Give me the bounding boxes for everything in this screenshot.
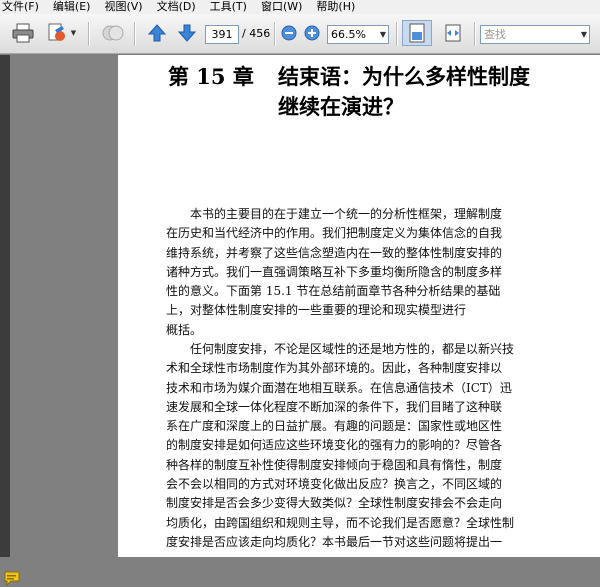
text-line: 维持系统，并考察了这些信念塑造内在一致的整体性制度安排的 [166,245,503,260]
edit-tools-button[interactable]: ▼ [44,20,78,46]
zoom-in-button[interactable] [303,20,321,46]
zoom-out-icon [281,25,297,41]
menu-file[interactable]: 文件(F) [2,0,39,14]
document-page[interactable]: 第 15 章 结束语：为什么多样性制度 继续在演进？ 本书的主要目的在于建立一个… [118,55,600,557]
text-line: 诸种方式。我们一直强调策略互补下多重均衡所隐含的制度多样 [166,264,503,279]
search-placeholder: 查找 [484,28,506,41]
menu-window[interactable]: 窗口(W) [261,0,302,14]
zoom-out-button[interactable] [280,20,298,46]
menu-tools[interactable]: 工具(T) [210,0,247,14]
fit-page-button[interactable] [402,20,432,46]
menu-help[interactable]: 帮助(H) [316,0,355,14]
text-line: 本书的主要目的在于建立一个统一的分析性框架，理解制度 [190,207,503,221]
text-line: 技术和市场为媒介面潜在地相互联系。在信息通信技术（ICT）迅 [166,380,512,395]
toolbar-separator [474,22,476,46]
arrow-up-icon [147,24,167,42]
toolbar-separator [134,22,136,46]
text-line: 会不会以相同的方式对环境变化做出反应？换言之，不同区域的 [166,477,503,492]
page-number-input[interactable]: 391 [205,25,239,44]
navigation-sidebar[interactable] [0,55,20,587]
text-line: 制度安排是否会多少变得大致类似？全球性制度安排会不会走向 [166,496,503,511]
toolbar-separator [396,22,398,46]
collaborate-button[interactable] [100,20,126,46]
menu-document[interactable]: 文档(D) [157,0,196,14]
menu-bar: 文件(F) 编辑(E) 视图(V) 文档(D) 工具(T) 窗口(W) 帮助(H… [0,0,600,14]
text-line: 术和全球性市场制度作为其外部环境的。因此，各种制度安排以 [166,361,503,376]
document-edit-icon [48,23,65,41]
previous-page-button[interactable] [144,20,170,46]
printer-icon [12,23,34,43]
fit-width-icon [445,24,461,42]
chapter-title-line-2: 继续在演进？ [278,94,404,119]
text-line: 的制度安排是如何适应这些环境变化的强有力的影响的？尽管各 [166,438,503,453]
chapter-title-line-1: 结束语：为什么多样性制度 [278,64,530,89]
fit-width-button[interactable] [438,20,468,46]
text-line: 上，对整体性制度安排的一些重要的理论和现实模型进行 [166,303,467,318]
chapter-number: 第 15 章 [168,64,254,89]
text-line: 度安排是否应该走向均质化？本书最后一节对这些问题将提出一 [166,534,503,549]
collaborate-icon [102,25,124,41]
toolbar-separator [88,22,90,46]
paragraph-1: 本书的主要目的在于建立一个统一的分析性框架，理解制度 在历史和当代经济中的作用。… [166,205,586,340]
zoom-in-icon [304,25,320,41]
chevron-down-icon: ▼ [70,29,77,37]
page-total: / 456 [242,27,271,40]
paragraph-2: 任何制度安排，不论是区域性的还是地方性的，都是以新兴技 术和全球性市场制度作为其… [166,340,586,552]
zoom-value: 66.5% [331,28,366,41]
text-line: 任何制度安排，不论是区域性的还是地方性的，都是以新兴技 [190,342,515,356]
text-line: 均质化，由跨国组织和规则主导，而不论我们是否愿意？全球性制 [166,515,515,530]
print-button[interactable] [10,20,36,46]
toolbar: ▼ 391 / 456 66.5% ▼ 查找 ▼ [0,14,600,54]
text-line: 在历史和当代经济中的作用。我们把制度定义为集体信念的自我 [166,226,503,241]
menu-view[interactable]: 视图(V) [104,0,142,14]
next-page-button[interactable] [174,20,200,46]
text-line: 种各样的制度互补性使得制度安排倾向于稳固和具有惰性，制度 [166,457,503,472]
zoom-select[interactable]: 66.5% ▼ [327,25,389,44]
arrow-down-icon [177,24,197,42]
fit-page-icon [409,23,425,43]
menu-edit[interactable]: 编辑(E) [53,0,91,14]
comments-icon[interactable] [4,571,22,587]
text-line: 概括。 [166,322,203,337]
text-line: 系在广度和深度上的日益扩展。有趣的问题是：国家性或地区性 [166,419,503,434]
chevron-down-icon: ▼ [379,30,386,39]
toolbar-separator [274,22,276,46]
text-line: 性的意义。下面第 15.1 节在总结前面章节各种分析结果的基础 [166,284,501,299]
search-input[interactable]: 查找 ▼ [480,25,590,44]
text-line: 速发展和全球一体化程度不断加深的条件下，我们目睹了这种联 [166,399,503,414]
chevron-down-icon: ▼ [580,30,587,39]
